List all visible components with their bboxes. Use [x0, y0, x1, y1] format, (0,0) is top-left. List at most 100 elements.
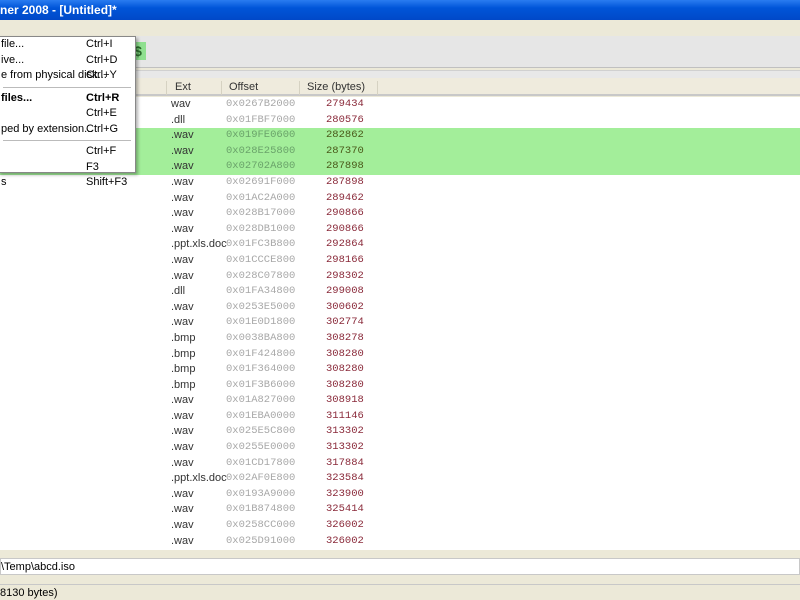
menu-separator — [3, 140, 131, 141]
column-header-ext[interactable]: Ext — [167, 81, 222, 95]
table-row[interactable]: .wav 0x01CD17800 317884 — [0, 456, 800, 472]
offset-cell: 0x0038BA800 — [226, 331, 296, 344]
offset-cell: 0x025D91000 — [226, 534, 296, 547]
table-row[interactable]: .ppt.xls.doc 0x02AF0E800 323584 — [0, 471, 800, 487]
ext-cell: wav — [171, 98, 191, 110]
size-cell: 287898 — [326, 175, 364, 188]
offset-cell: 0x0255E0000 — [226, 441, 296, 454]
table-row[interactable]: .bmp 0x01F424800 308280 — [0, 347, 800, 363]
ext-cell: .wav — [171, 269, 194, 282]
menu-item-shortcut: Ctrl+F — [86, 145, 117, 157]
offset-cell: 0x01B874800 — [226, 503, 296, 516]
menu-item-label: ive... — [1, 53, 25, 66]
ext-cell: .wav — [171, 409, 194, 422]
menu-item[interactable]: F3 — [0, 160, 135, 176]
offset-cell: 0x02702A800 — [226, 160, 296, 173]
menu-item-shortcut: F3 — [86, 160, 99, 173]
size-cell: 292864 — [326, 238, 364, 251]
size-cell: 290866 — [326, 222, 364, 235]
size-cell: 308280 — [326, 378, 364, 391]
size-cell: 326002 — [326, 519, 364, 532]
offset-cell: 0x019FE0600 — [226, 129, 296, 142]
table-row[interactable]: .wav 0x028C07800 298302 — [0, 269, 800, 285]
size-cell: 282862 — [326, 129, 364, 142]
table-row[interactable]: .wav 0x028B17000 290866 — [0, 206, 800, 222]
table-row[interactable]: .ppt.xls.doc 0x01FC3B800 292864 — [0, 237, 800, 253]
offset-cell: 0x01EBA0000 — [226, 409, 296, 422]
menu-item[interactable]: ped by extension... Ctrl+G — [0, 122, 135, 138]
menu-bar — [0, 20, 800, 35]
size-cell: 300602 — [326, 300, 364, 313]
offset-cell: 0x0193A9000 — [226, 487, 296, 500]
size-cell: 308280 — [326, 363, 364, 376]
menu-item[interactable]: Ctrl+F — [0, 144, 135, 160]
table-row[interactable]: .wav 0x01AC2A000 289462 — [0, 191, 800, 207]
offset-cell: 0x028E25800 — [226, 144, 296, 157]
table-row[interactable]: .bmp 0x01F3B6000 308280 — [0, 378, 800, 394]
table-row[interactable]: .wav 0x01E0D1800 302774 — [0, 315, 800, 331]
column-header-offset[interactable]: Offset — [222, 81, 300, 95]
title-bar: ner 2008 - [Untitled]* — [0, 0, 800, 20]
table-row[interactable]: .wav 0x01CCCE800 298166 — [0, 253, 800, 269]
table-row[interactable]: .wav 0x0253E5000 300602 — [0, 300, 800, 316]
menu-item[interactable]: Ctrl+E — [0, 106, 135, 122]
table-row[interactable]: .wav 0x0193A9000 323900 — [0, 487, 800, 503]
table-row[interactable]: .wav 0x0255E0000 313302 — [0, 440, 800, 456]
ext-cell: .wav — [171, 394, 194, 407]
menu-item[interactable]: files... Ctrl+R — [0, 91, 135, 107]
menu-item[interactable]: ive... Ctrl+D — [0, 53, 135, 69]
dropdown-menu: file... Ctrl+I ive... Ctrl+D e from physical… — [0, 36, 136, 188]
table-row[interactable]: .wav 0x028DB1000 290866 — [0, 222, 800, 238]
size-cell: 308278 — [326, 331, 364, 344]
menu-item[interactable]: e from physical disk... Ctrl+Y — [0, 68, 135, 84]
size-cell: 298166 — [326, 253, 364, 266]
offset-cell: 0x01F364000 — [226, 363, 296, 376]
ext-cell: .wav — [171, 456, 194, 469]
ext-cell: .wav — [171, 487, 194, 500]
size-cell: 308918 — [326, 394, 364, 407]
size-cell: 326002 — [326, 534, 364, 547]
offset-cell: 0x0253E5000 — [226, 300, 296, 313]
size-cell: 302774 — [326, 316, 364, 329]
offset-cell: 0x0267B2000 — [226, 98, 296, 110]
size-cell: 311146 — [326, 409, 364, 422]
size-cell: 323900 — [326, 487, 364, 500]
table-row[interactable]: .wav 0x0258CC000 326002 — [0, 518, 800, 534]
ext-cell: .wav — [171, 441, 194, 454]
offset-cell: 0x01FA34800 — [226, 285, 296, 298]
menu-item-shortcut: Ctrl+G — [86, 122, 119, 135]
menu-item-shortcut: Ctrl+D — [86, 53, 118, 66]
column-header-size[interactable]: Size (bytes) — [300, 81, 378, 95]
menu-item-label: file... — [1, 38, 25, 50]
menu-item-label: ped by extension... — [1, 122, 94, 135]
offset-cell: 0x028B17000 — [226, 207, 296, 220]
size-cell: 298302 — [326, 269, 364, 282]
table-row[interactable]: .bmp 0x01F364000 308280 — [0, 362, 800, 378]
offset-cell: 0x01FBF7000 — [226, 113, 296, 126]
table-row[interactable]: .bmp 0x0038BA800 308278 — [0, 331, 800, 347]
size-cell: 317884 — [326, 456, 364, 469]
path-value: \Temp\abcd.iso — [1, 561, 75, 573]
table-row[interactable]: .wav 0x01EBA0000 311146 — [0, 409, 800, 425]
offset-cell: 0x01E0D1800 — [226, 316, 296, 329]
ext-cell: .wav — [171, 503, 194, 516]
size-cell: 313302 — [326, 425, 364, 438]
table-row[interactable]: .wav 0x025D91000 326002 — [0, 534, 800, 550]
ext-cell: .bmp — [171, 378, 196, 391]
offset-cell: 0x01FC3B800 — [226, 238, 296, 251]
menu-item[interactable]: file... Ctrl+I — [0, 37, 135, 53]
offset-cell: 0x01F424800 — [226, 347, 296, 360]
status-bar: 8130 bytes) — [0, 584, 800, 600]
table-row[interactable]: .wav 0x01B874800 325414 — [0, 502, 800, 518]
table-row[interactable]: .dll 0x01FA34800 299008 — [0, 284, 800, 300]
ext-cell: .bmp — [171, 347, 196, 360]
table-row[interactable]: .wav 0x01A827000 308918 — [0, 393, 800, 409]
offset-cell: 0x01CCCE800 — [226, 253, 296, 266]
path-field[interactable]: \Temp\abcd.iso — [0, 558, 800, 575]
size-cell: 290866 — [326, 207, 364, 220]
ext-cell: .ppt.xls.doc — [171, 472, 227, 485]
ext-cell: .wav — [171, 253, 194, 266]
offset-cell: 0x02AF0E800 — [226, 472, 296, 485]
menu-item[interactable]: s Shift+F3 — [0, 175, 135, 191]
table-row[interactable]: .wav 0x025E5C800 313302 — [0, 424, 800, 440]
